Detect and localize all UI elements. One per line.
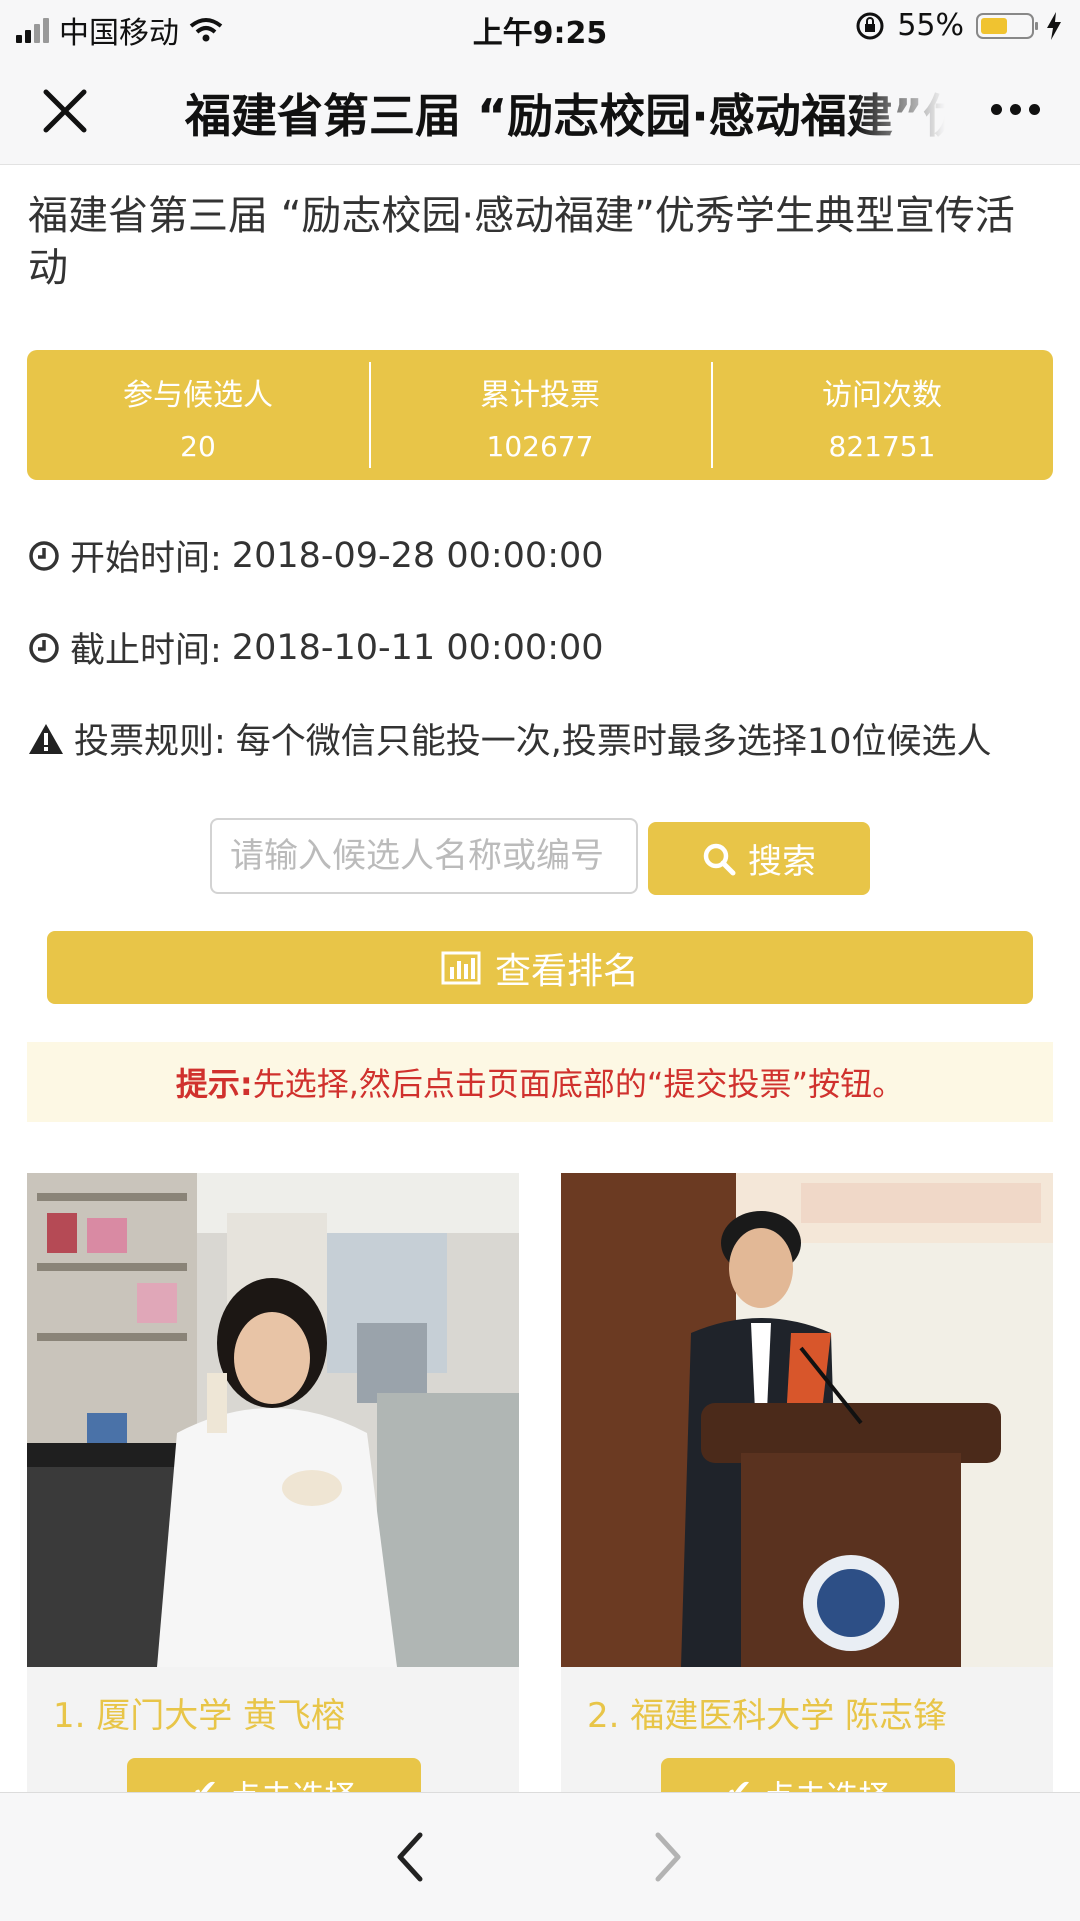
select-button-label: 点击选择 [762, 1772, 890, 1793]
search-button-label: 搜索 [748, 842, 816, 882]
start-time-row: 开始时间: 2018-09-28 00:00:00 [28, 530, 604, 581]
browser-toolbar [0, 1792, 1080, 1921]
tip-label: 提示: [175, 1065, 253, 1103]
bar-chart-icon [441, 951, 481, 984]
select-button-label: 点击选择 [228, 1772, 356, 1793]
search-button[interactable]: 搜索 [648, 822, 870, 895]
candidate-photo-image [561, 1173, 1053, 1667]
charging-icon [1047, 11, 1061, 40]
vote-rule-row: 投票规则: 每个微信只能投一次,投票时最多选择10位候选人 [28, 713, 991, 764]
select-candidate-button[interactable]: ✔ 点击选择 [127, 1758, 421, 1793]
select-candidate-button[interactable]: ✔ 点击选择 [661, 1758, 955, 1793]
candidate-photo[interactable] [27, 1173, 519, 1667]
view-ranking-button[interactable]: 查看排名 [47, 931, 1033, 1004]
candidate-name: 2. 福建医科大学 陈志锋 [587, 1696, 948, 1736]
rotation-lock-icon [856, 12, 884, 39]
status-right: 55% [855, 8, 1062, 43]
vote-rule-value: 每个微信只能投一次,投票时最多选择10位候选人 [235, 722, 992, 762]
warning-icon [29, 723, 63, 754]
stat-label: 参与候选人 [123, 378, 273, 413]
start-time-value: 2018-09-28 00:00:00 [231, 535, 604, 576]
close-icon[interactable] [40, 86, 90, 136]
stat-label: 累计投票 [480, 378, 600, 413]
page-title: 福建省第三届 “励志校园·感动福建”优秀学生典型宣传活动 [28, 193, 1015, 291]
battery-percent: 55% [897, 8, 964, 43]
candidate-photo[interactable] [561, 1173, 1053, 1667]
clock-icon [29, 540, 59, 571]
tip-text: 先选择,然后点击页面底部的“提交投票”按钮。 [252, 1065, 905, 1103]
battery-icon [976, 12, 1038, 39]
stat-value: 20 [180, 430, 216, 463]
stat-value: 821751 [828, 430, 936, 463]
more-icon[interactable] [991, 104, 1040, 115]
end-time-row: 截止时间: 2018-10-11 00:00:00 [28, 622, 604, 673]
search-input[interactable] [210, 818, 638, 894]
stat-visits: 访问次数 821751 [711, 350, 1053, 480]
check-icon: ✔ [191, 1772, 219, 1793]
end-time-label: 截止时间: [70, 631, 222, 671]
status-bar: 中国移动 上午9:25 55% [0, 0, 1080, 54]
end-time-value: 2018-10-11 00:00:00 [231, 627, 604, 668]
start-time-label: 开始时间: [70, 539, 222, 579]
candidate-card[interactable]: 2. 福建医科大学 陈志锋 ✔ 点击选择 [561, 1173, 1053, 1793]
nav-title: 福建省第三届 “励志校园·感动福建”优秀学生典型宣传活动 [185, 89, 945, 140]
stat-value: 102677 [486, 430, 594, 463]
candidate-card[interactable]: 1. 厦门大学 黄飞榕 ✔ 点击选择 [27, 1173, 519, 1793]
stat-total-votes: 累计投票 102677 [369, 350, 711, 480]
stat-label: 访问次数 [822, 378, 942, 413]
check-icon: ✔ [725, 1772, 753, 1793]
forward-icon[interactable] [648, 1829, 688, 1885]
vote-rule-label: 投票规则: [74, 722, 226, 762]
candidate-name: 1. 厦门大学 黄飞榕 [53, 1696, 346, 1736]
stat-candidates: 参与候选人 20 [27, 350, 369, 480]
back-icon[interactable] [390, 1829, 430, 1885]
tip-banner: 提示: 先选择,然后点击页面底部的“提交投票”按钮。 [27, 1042, 1053, 1122]
nav-bar: 福建省第三届 “励志校园·感动福建”优秀学生典型宣传活动 [0, 54, 1080, 165]
clock-icon [29, 632, 59, 663]
stats-panel: 参与候选人 20 累计投票 102677 访问次数 821751 [27, 350, 1053, 480]
search-icon [703, 843, 736, 875]
candidate-photo-image [27, 1173, 519, 1667]
view-ranking-label: 查看排名 [494, 950, 639, 992]
